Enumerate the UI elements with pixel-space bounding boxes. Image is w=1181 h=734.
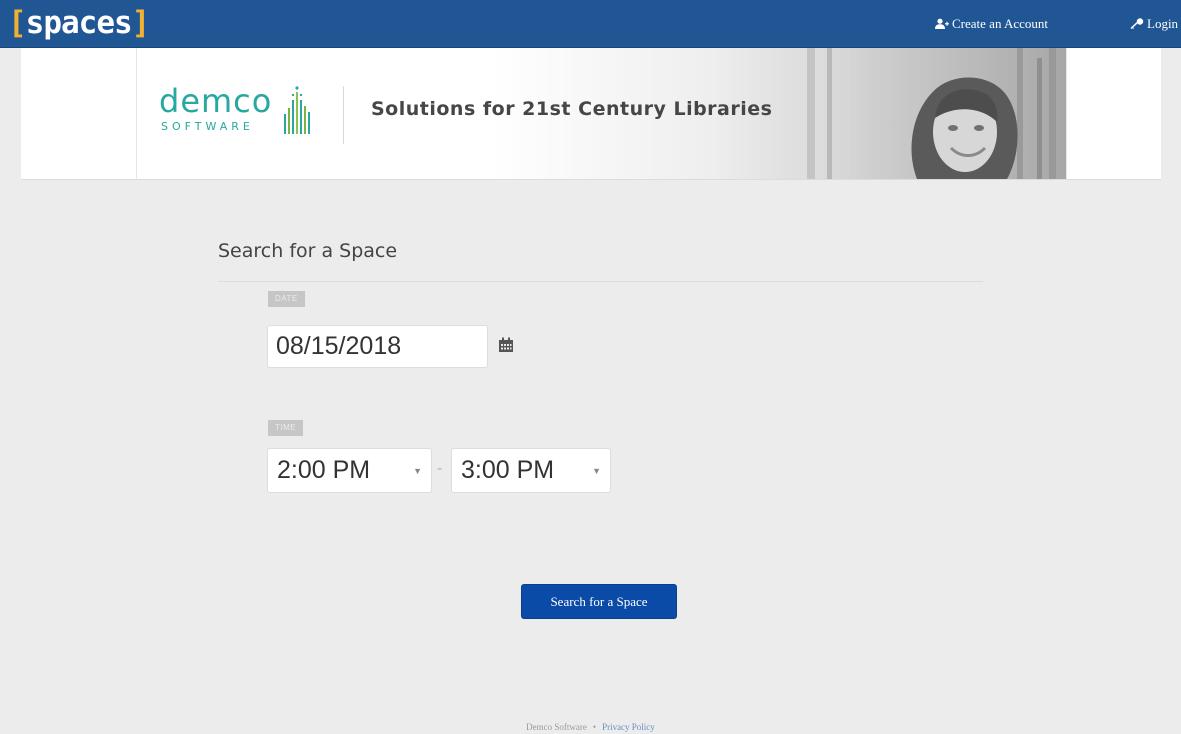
login-label: Login: [1147, 15, 1179, 31]
spaces-logo[interactable]: [spaces]: [8, 4, 151, 42]
logo-bracket-close: ]: [131, 5, 151, 41]
footer-company: Demco Software: [526, 722, 587, 732]
time-separator: -: [437, 460, 443, 477]
demco-wordmark: DEMCO: [159, 82, 273, 120]
logo-bracket-open: [: [8, 5, 27, 41]
create-account-link[interactable]: Create an Account: [935, 0, 1048, 47]
calendar-icon[interactable]: [498, 337, 514, 353]
privacy-policy-link[interactable]: Privacy Policy: [602, 722, 655, 732]
end-time-value: 3:00 PM: [461, 456, 555, 484]
page-title: Search for a Space: [218, 240, 398, 262]
create-account-label: Create an Account: [952, 15, 1049, 31]
banner-area: DEMCO SOFTWARE Solutions for 21st Centur…: [21, 48, 1161, 180]
banner-divider: [343, 86, 344, 144]
banner: DEMCO SOFTWARE Solutions for 21st Centur…: [136, 48, 1067, 179]
search-for-space-button[interactable]: Search for a Space: [521, 584, 677, 619]
caret-down-icon: ▼: [413, 466, 422, 476]
time-label: TIME: [268, 420, 304, 436]
date-label: DATE: [268, 291, 305, 307]
demco-bars-icon: [284, 86, 310, 134]
login-link[interactable]: Login: [1130, 0, 1178, 47]
demco-subtitle: SOFTWARE: [161, 120, 254, 133]
caret-down-icon: ▼: [592, 466, 601, 476]
add-user-icon: [935, 18, 949, 29]
footer-separator: •: [592, 722, 597, 732]
heading-divider: [218, 281, 983, 282]
demco-software-logo: DEMCO SOFTWARE: [159, 84, 329, 144]
banner-photo: [787, 48, 1066, 179]
date-input[interactable]: [267, 325, 488, 368]
logo-word: spaces: [25, 5, 133, 41]
start-time-select[interactable]: 2:00 PM ▼: [267, 448, 432, 493]
top-navbar: [spaces] Create an Account Login: [0, 0, 1181, 48]
end-time-select[interactable]: 3:00 PM ▼: [451, 448, 611, 493]
banner-tagline: Solutions for 21st Century Libraries: [371, 98, 773, 120]
footer: Demco Software • Privacy Policy: [0, 722, 1181, 732]
start-time-value: 2:00 PM: [277, 456, 371, 484]
key-icon: [1130, 17, 1144, 29]
